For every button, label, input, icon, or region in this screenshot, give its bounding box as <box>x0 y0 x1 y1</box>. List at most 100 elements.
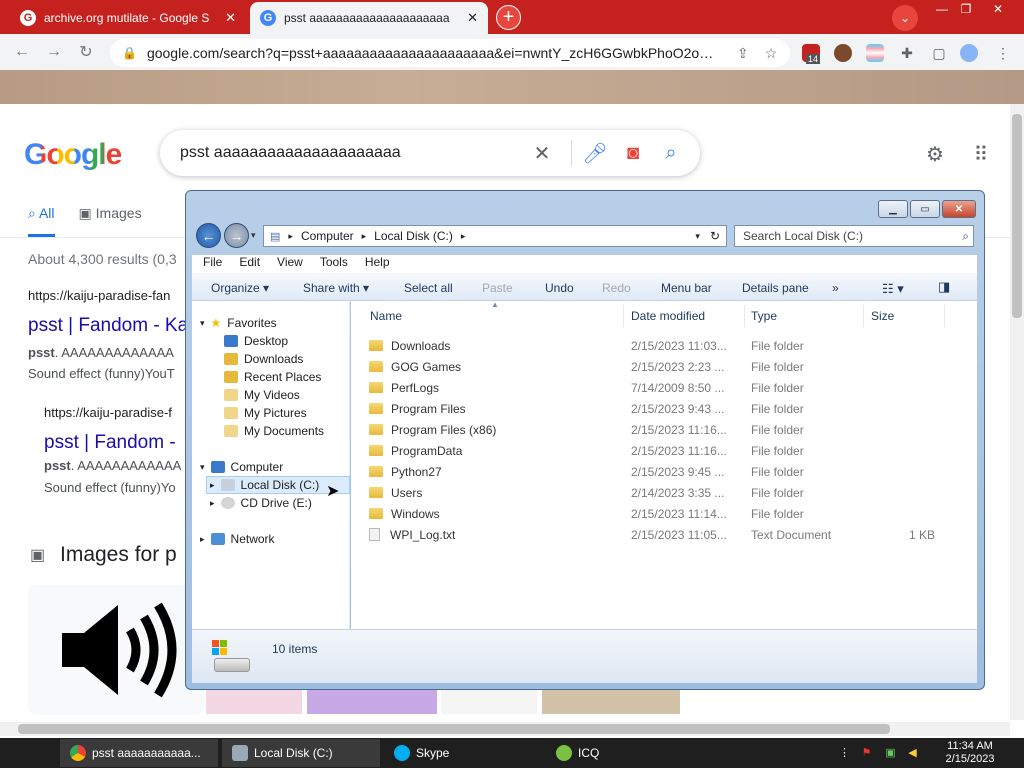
google-logo[interactable]: Google <box>24 138 122 172</box>
nav-item-desktop[interactable]: Desktop <box>224 334 288 348</box>
share-with-button[interactable]: Share with ▾ <box>303 281 369 295</box>
column-separator[interactable] <box>744 305 745 327</box>
google-search-box[interactable]: psst aaaaaaaaaaaaaaaaaaaaa ✕ 🎤︎ ◙ ⌕ <box>160 130 700 176</box>
back-icon[interactable]: ← <box>12 42 32 62</box>
address-dropdown-icon[interactable]: ▾ <box>695 231 700 242</box>
tab-images[interactable]: ▣ Images <box>79 205 142 237</box>
nav-item-my-documents[interactable]: My Documents <box>224 424 324 438</box>
nav-item-recent-places[interactable]: Recent Places <box>224 370 321 384</box>
file-row[interactable]: ProgramData 2/15/2023 11:16... File folder <box>369 440 959 461</box>
image-thumbnail[interactable] <box>307 690 437 714</box>
close-icon[interactable]: ✕ <box>467 10 478 26</box>
column-name[interactable]: Name <box>370 309 402 323</box>
scrollbar-thumb[interactable] <box>18 724 890 734</box>
taskbar-item-explorer[interactable]: Local Disk (C:) <box>222 739 380 767</box>
organize-button[interactable]: Organize ▾ <box>211 281 269 295</box>
nav-item-my-pictures[interactable]: My Pictures <box>224 406 307 420</box>
search-icon[interactable]: ⌕ <box>660 142 682 164</box>
flag-icon[interactable]: ⚑ <box>860 746 873 759</box>
image-thumbnail[interactable] <box>441 690 537 714</box>
tab-all[interactable]: ⌕ All <box>28 205 55 237</box>
search-input[interactable]: psst aaaaaaaaaaaaaaaaaaaaa <box>180 144 531 162</box>
breadcrumb-computer[interactable]: Computer <box>301 229 354 243</box>
tray-menu-icon[interactable]: ⋮ <box>838 746 851 759</box>
apps-grid-icon[interactable]: ⠿ <box>970 143 992 166</box>
column-separator[interactable] <box>623 305 624 327</box>
result-title-link[interactable]: psst | Fandom - Ka <box>28 315 186 337</box>
puzzle-icon[interactable]: ✚ <box>898 44 916 62</box>
avatar-extension-icon[interactable] <box>834 44 852 62</box>
file-row[interactable]: Windows 2/15/2023 11:14... File folder <box>369 503 959 524</box>
tab-search-button[interactable]: ⌄ <box>892 5 918 31</box>
file-row[interactable]: Program Files 2/15/2023 9:43 ... File fold… <box>369 398 959 419</box>
explorer-forward-button[interactable]: → <box>224 223 249 248</box>
explorer-address-bar[interactable]: ▤ ▸ Computer ▸ Local Disk (C:) ▸ ▾ ↻ <box>263 225 727 247</box>
image-thumbnail[interactable] <box>206 690 302 714</box>
menu-edit[interactable]: Edit <box>228 255 260 273</box>
file-row[interactable]: WPI_Log.txt 2/15/2023 11:05... Text Docume… <box>369 524 959 545</box>
camera-icon[interactable]: ◙ <box>622 142 644 164</box>
file-row[interactable]: Downloads 2/15/2023 11:03... File folder <box>369 335 959 356</box>
menu-file[interactable]: File <box>192 255 222 273</box>
column-type[interactable]: Type <box>751 309 777 323</box>
refresh-icon[interactable]: ↻ <box>710 229 720 243</box>
nav-item-local-disk[interactable]: ▸ Local Disk (C:) <box>210 478 319 492</box>
recent-pages-icon[interactable]: ▾ <box>251 230 256 241</box>
expand-arrow-icon[interactable]: ▾ <box>200 462 205 473</box>
taskbar-item-icq[interactable]: ICQ <box>546 739 704 767</box>
explorer-back-button[interactable]: ← <box>196 223 221 248</box>
column-size[interactable]: Size <box>871 309 894 323</box>
select-all-button[interactable]: Select all <box>404 281 453 295</box>
menu-bar-button[interactable]: Menu bar <box>661 281 712 295</box>
file-row[interactable]: Program Files (x86) 2/15/2023 11:16... Fil… <box>369 419 959 440</box>
image-thumbnail[interactable] <box>542 690 680 714</box>
gear-icon[interactable]: ⚙ <box>924 143 946 166</box>
paste-button[interactable]: Paste <box>482 281 513 295</box>
explorer-maximize-button[interactable]: ▭ <box>910 200 940 218</box>
view-options-icon[interactable]: ☷ ▾ <box>882 281 904 297</box>
column-date-modified[interactable]: Date modified <box>631 309 705 323</box>
volume-icon[interactable]: ◀ <box>906 746 919 759</box>
expand-arrow-icon[interactable]: ▸ <box>210 480 215 491</box>
menu-icon[interactable]: ⋮ <box>994 44 1012 62</box>
close-icon[interactable]: ✕ <box>225 10 236 26</box>
preview-pane-icon[interactable]: ◨ <box>938 279 950 295</box>
network-tray-icon[interactable]: ▣ <box>884 746 897 759</box>
clock[interactable]: 11:34 AM 2/15/2023 <box>930 740 1010 766</box>
undo-button[interactable]: Undo <box>545 281 574 295</box>
menu-help[interactable]: Help <box>354 255 390 273</box>
expand-arrow-icon[interactable]: ▸ <box>200 534 205 545</box>
nav-item-my-videos[interactable]: My Videos <box>224 388 300 402</box>
scrollbar-thumb[interactable] <box>1012 114 1022 318</box>
redo-button[interactable]: Redo <box>602 281 631 295</box>
nav-item-cd-drive[interactable]: ▸ CD Drive (E:) <box>210 496 312 510</box>
profile-icon[interactable] <box>960 44 978 62</box>
menu-tools[interactable]: Tools <box>309 255 348 273</box>
column-separator[interactable] <box>863 305 864 327</box>
file-row[interactable]: PerfLogs 7/14/2009 8:50 ... File folder <box>369 377 959 398</box>
side-panel-icon[interactable]: ▢ <box>930 44 948 62</box>
forward-icon[interactable]: → <box>44 42 64 62</box>
taskbar-item-skype[interactable]: Skype <box>384 739 542 767</box>
more-commands-button[interactable]: » <box>832 281 839 295</box>
image-thumbnail[interactable] <box>28 585 204 715</box>
menu-view[interactable]: View <box>266 255 303 273</box>
details-pane-button[interactable]: Details pane <box>742 281 809 295</box>
explorer-close-button[interactable]: ✕ <box>942 200 976 218</box>
flag-extension-icon[interactable] <box>866 44 884 62</box>
share-icon[interactable]: ⇪ <box>737 45 749 62</box>
expand-arrow-icon[interactable]: ▾ <box>200 318 205 329</box>
bookmark-star-icon[interactable]: ☆ <box>765 45 778 62</box>
tab-psst[interactable]: G psst aaaaaaaaaaaaaaaaaaaaa ✕ <box>250 2 488 34</box>
taskbar-item-chrome[interactable]: psst aaaaaaaaaaa... <box>60 739 218 767</box>
nav-favorites[interactable]: ▾ ★ Favorites <box>200 316 277 330</box>
restore-button[interactable]: ❐ <box>950 0 982 18</box>
nav-network[interactable]: ▸ Network <box>200 532 275 546</box>
address-bar[interactable]: 🔒 google.com/search?q=psst+aaaaaaaaaaaaa… <box>110 39 790 67</box>
reload-icon[interactable]: ↻ <box>76 42 96 62</box>
result-title-link[interactable]: psst | Fandom - <box>44 432 186 454</box>
column-separator[interactable] <box>944 305 945 327</box>
clear-icon[interactable]: ✕ <box>531 142 553 165</box>
new-tab-button[interactable]: + <box>496 5 521 30</box>
breadcrumb-local-disk[interactable]: Local Disk (C:) <box>374 229 453 243</box>
